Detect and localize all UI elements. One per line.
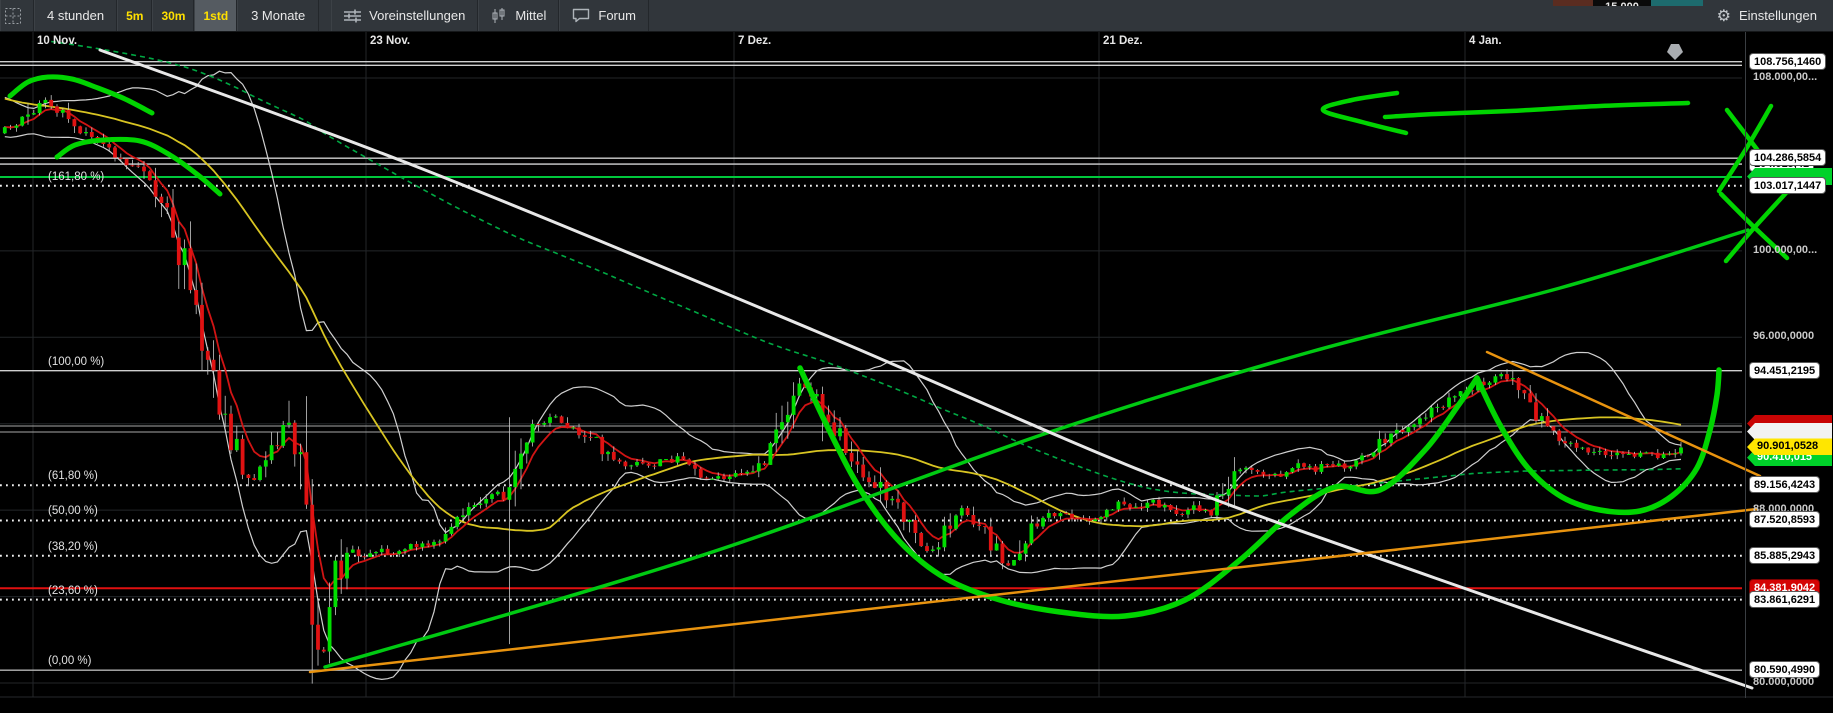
price-tick: 103.017,1447	[1749, 177, 1826, 194]
fib-level-label: (23,60 %)	[48, 585, 98, 597]
price-tick: 83.861,6291	[1749, 591, 1820, 608]
trendline-orange-ascending	[310, 509, 1757, 672]
clipped-volume-value: 15,000	[1593, 0, 1651, 6]
fib-level-label: (161,80 %)	[48, 171, 104, 183]
fib-level-label: (61,80 %)	[48, 470, 98, 482]
range-label: 3 Monate	[251, 8, 305, 23]
candlestick-icon	[491, 8, 507, 24]
layout-grid-button[interactable]	[0, 0, 34, 31]
grid-icon	[4, 7, 22, 25]
timeframe-main-button[interactable]: 4 stunden	[34, 0, 117, 31]
fib-level-label: (100,00 %)	[48, 356, 104, 368]
price-tick: 104.286,5854	[1749, 149, 1826, 166]
hand-arrow-head	[1323, 93, 1406, 133]
fib-level-label: (0,00 %)	[48, 655, 91, 667]
price-tick: 108.000,00...	[1753, 71, 1817, 83]
clipped-tab-left	[1553, 0, 1593, 6]
price-tick: 96.000,0000	[1753, 330, 1814, 342]
clipped-overflow-strip: 15,000	[1553, 0, 1703, 6]
date-label: 23 Nov.	[370, 35, 410, 47]
date-label: 7 Dez.	[738, 35, 771, 47]
presets-label: Voreinstellungen	[369, 8, 465, 23]
price-tick: 100.000,00...	[1753, 244, 1817, 256]
indicator-value-tag	[1747, 423, 1832, 440]
price-tick: 80.000,0000	[1753, 676, 1814, 688]
trendline-green-ascending	[325, 230, 1748, 667]
fib-level-label: (50,00 %)	[48, 505, 98, 517]
price-axis[interactable]: 108.756,1460108.000,00...104.015,41104.2…	[1745, 32, 1833, 698]
date-label: 4 Jan.	[1469, 35, 1502, 47]
price-tick: 89.156,4243	[1749, 476, 1820, 493]
gear-icon: ⚙	[1717, 6, 1731, 26]
hand-arrow-shaft	[1385, 103, 1688, 117]
forum-label: Forum	[598, 8, 636, 23]
trendline-white-descending	[100, 50, 1752, 688]
price-tick: 94.451,2195	[1749, 362, 1820, 379]
date-label: 10 Nov.	[37, 35, 77, 47]
price-tick: 87.520,8593	[1749, 511, 1820, 528]
timeframe-30m-button[interactable]: 30m	[152, 0, 194, 31]
price-tick: 108.756,1460	[1749, 53, 1826, 70]
timeframe-5m-label: 5m	[126, 9, 143, 23]
indicators-button[interactable]: Mittel	[478, 0, 559, 31]
sliders-icon	[344, 9, 361, 23]
settings-button[interactable]: ⚙ Einstellungen	[1705, 0, 1833, 31]
timeframe-main-label: 4 stunden	[47, 8, 104, 23]
presets-button[interactable]: Voreinstellungen	[331, 0, 478, 31]
indicators-label: Mittel	[515, 8, 546, 23]
scroll-marker[interactable]	[1667, 44, 1683, 60]
speech-bubble-icon	[572, 8, 590, 23]
forum-button[interactable]: Forum	[559, 0, 649, 31]
trading-app: 15,000 4 stunden 5m 30m 1std 3 Mona	[0, 0, 1833, 713]
settings-label: Einstellungen	[1739, 8, 1817, 23]
price-tick: 85.885,2943	[1749, 547, 1820, 564]
timeframe-5m-button[interactable]: 5m	[117, 0, 152, 31]
timeframe-30m-label: 30m	[161, 9, 185, 23]
timeframe-1h-label: 1std	[203, 9, 228, 23]
date-label: 21 Dez.	[1103, 35, 1143, 47]
current-price-tag: 90.901,0528	[1747, 438, 1832, 455]
timeframe-1h-button[interactable]: 1std	[194, 0, 237, 31]
range-button[interactable]: 3 Monate	[237, 0, 319, 31]
clipped-tab-right	[1651, 0, 1703, 6]
fib-level-label: (38,20 %)	[48, 541, 98, 553]
chart-canvas[interactable]	[0, 0, 1833, 713]
